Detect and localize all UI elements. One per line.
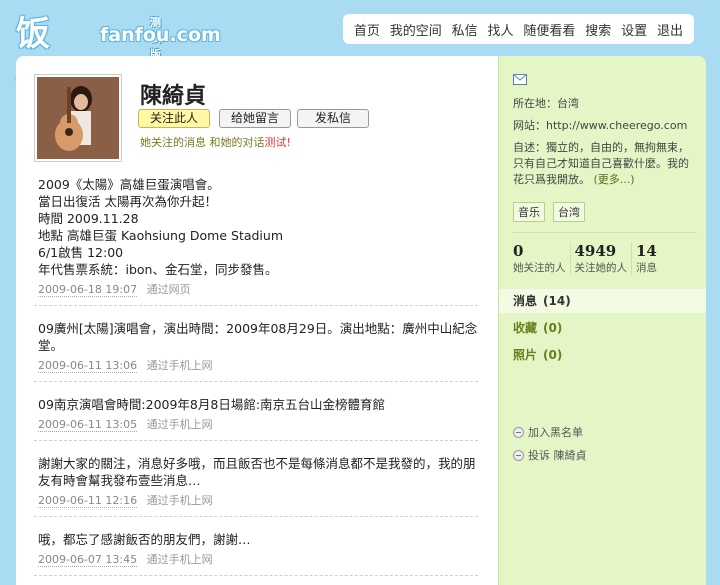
send-dm-button[interactable]: 发私信 — [297, 109, 369, 128]
status-item: 謝謝大家的關注，消息好多哦，而且飯否也不是每條消息都不是我發的，我的朋友有時會幫… — [34, 455, 478, 517]
status-list: 2009《太陽》高雄巨蛋演唱會。 當日出復活 太陽再次為你升起！ 時間 2009… — [34, 176, 478, 585]
profile-links: 她关注的消息 和她的对话测试! — [140, 134, 291, 150]
stat-followers[interactable]: 4949 关注她的人 — [571, 242, 632, 275]
website-link[interactable]: http://www.cheerego.com — [546, 119, 687, 132]
nav-my-space[interactable]: 我的空间 — [390, 20, 442, 39]
report-user-label: 投诉 陳綺貞 — [528, 449, 587, 462]
leave-message-button[interactable]: 给她留言 — [219, 109, 291, 128]
status-item: 09南京演唱會時間:2009年8月8日場館:南京五台山金榜體育館 2009-06… — [34, 396, 478, 441]
menu-favorites-label: 收藏 — [513, 321, 538, 335]
status-source: 通过手机上网 — [146, 359, 213, 372]
status-text: 哦，都忘了感謝飯否的朋友們，謝謝… — [38, 532, 251, 547]
stat-messages-label: 消息 — [636, 262, 657, 274]
menu-photos[interactable]: 照片 (0) — [499, 343, 706, 367]
conversation-link-test: 测试! — [264, 136, 291, 149]
status-source: 通过手机上网 — [146, 494, 213, 507]
minus-circle-icon — [513, 426, 524, 438]
stat-followers-label: 关注她的人 — [574, 262, 628, 274]
menu-messages-count: (14) — [543, 294, 571, 308]
avatar[interactable] — [34, 74, 122, 162]
status-meta: 2009-06-11 12:16 通过手机上网 — [38, 492, 478, 508]
report-user-link[interactable]: 投诉 陳綺貞 — [513, 447, 587, 463]
menu-photos-count: (0) — [543, 348, 563, 362]
status-meta: 2009-06-18 19:07 通过网页 — [38, 281, 478, 297]
status-source: 通过手机上网 — [146, 418, 213, 431]
tag-music[interactable]: 音乐 — [513, 202, 545, 222]
conversation-link-text: 和她的对话 — [209, 136, 265, 149]
status-item: 哦，都忘了感謝飯否的朋友們，謝謝… 2009-06-07 13:45 通过手机上… — [34, 531, 478, 576]
main-container: 陳綺貞 关注此人 给她留言 发私信 她关注的消息 和她的对话测试! 2009《太… — [16, 56, 706, 585]
status-source: 通过手机上网 — [146, 553, 213, 566]
logo-en: fanfou.com — [100, 24, 221, 46]
location-row: 所在地：台湾 — [513, 96, 697, 112]
status-text: 09南京演唱會時間:2009年8月8日場館:南京五台山金榜體育館 — [38, 397, 386, 412]
website-row: 网站：http://www.cheerego.com — [513, 118, 697, 134]
sidebar: 所在地：台湾 网站：http://www.cheerego.com 自述：獨立的… — [498, 56, 706, 585]
minus-circle-icon — [513, 449, 524, 461]
avatar-photo — [37, 77, 119, 159]
stat-following-label: 她关注的人 — [513, 262, 566, 274]
status-meta: 2009-06-11 13:05 通过手机上网 — [38, 416, 478, 432]
nav-browse[interactable]: 随便看看 — [523, 20, 575, 39]
status-meta: 2009-06-07 13:45 通过手机上网 — [38, 551, 478, 567]
top-nav: 首页 我的空间 私信 找人 随便看看 搜索 设置 退出 — [343, 14, 694, 44]
nav-search[interactable]: 搜索 — [585, 20, 611, 39]
status-item: 09廣州[太陽]演唱會，演出時間：2009年08月29日。演出地點：廣州中山紀念… — [34, 320, 478, 382]
menu-messages[interactable]: 消息 (14) — [499, 289, 706, 313]
tag-list: 音乐 台湾 — [513, 202, 585, 222]
tag-taiwan[interactable]: 台湾 — [553, 202, 585, 222]
location-value: 台湾 — [557, 97, 579, 110]
nav-private-messages[interactable]: 私信 — [452, 20, 478, 39]
her-following-messages-link[interactable]: 她关注的消息 — [140, 136, 206, 149]
status-time-link[interactable]: 2009-06-11 13:06 — [38, 359, 138, 373]
website-label: 网站： — [513, 119, 546, 132]
bio-row: 自述：獨立的，自由的，無拘無束，只有自己才知道自己喜歡什麼。我的花只爲我開放。 … — [513, 140, 697, 188]
nav-home[interactable]: 首页 — [354, 20, 380, 39]
block-user-label: 加入黑名单 — [528, 426, 583, 439]
menu-photos-label: 照片 — [513, 348, 538, 362]
status-meta: 2009-06-11 13:06 通过手机上网 — [38, 357, 478, 373]
status-time-link[interactable]: 2009-06-18 19:07 — [38, 283, 138, 297]
menu-favorites[interactable]: 收藏 (0) — [499, 316, 706, 340]
stat-messages-num: 14 — [636, 242, 657, 260]
nav-logout[interactable]: 退出 — [657, 20, 683, 39]
status-text: 2009《太陽》高雄巨蛋演唱會。 當日出復活 太陽再次為你升起！ 時間 2009… — [38, 177, 284, 277]
nav-find-people[interactable]: 找人 — [488, 20, 514, 39]
status-text: 謝謝大家的關注，消息好多哦，而且飯否也不是每條消息都不是我發的，我的朋友有時會幫… — [38, 456, 476, 488]
bio-more-link[interactable]: (更多...) — [594, 173, 635, 186]
mail-icon[interactable] — [513, 74, 527, 85]
bio-label: 自述： — [513, 141, 546, 154]
divider — [513, 232, 697, 233]
stat-followers-num: 4949 — [574, 242, 617, 260]
block-user-link[interactable]: 加入黑名单 — [513, 424, 583, 440]
stat-following-num: 0 — [513, 242, 524, 260]
follow-button[interactable]: 关注此人 — [138, 109, 210, 128]
profile-info: 所在地：台湾 网站：http://www.cheerego.com 自述：獨立的… — [513, 96, 697, 194]
stats: 0 她关注的人 4949 关注她的人 14 消息 — [509, 242, 661, 275]
status-time-link[interactable]: 2009-06-07 13:45 — [38, 553, 138, 567]
location-label: 所在地： — [513, 97, 557, 110]
conversation-link[interactable]: 和她的对话测试! — [210, 136, 291, 149]
status-text: 09廣州[太陽]演唱會，演出時間：2009年08月29日。演出地點：廣州中山紀念… — [38, 321, 478, 353]
stat-messages[interactable]: 14 消息 — [632, 242, 661, 275]
nav-settings[interactable]: 设置 — [621, 20, 647, 39]
status-source: 通过网页 — [146, 283, 191, 296]
stat-following[interactable]: 0 她关注的人 — [509, 242, 571, 275]
status-time-link[interactable]: 2009-06-11 13:05 — [38, 418, 138, 432]
menu-messages-label: 消息 — [513, 294, 538, 308]
status-time-link[interactable]: 2009-06-11 12:16 — [38, 494, 138, 508]
menu-favorites-count: (0) — [543, 321, 563, 335]
status-item: 2009《太陽》高雄巨蛋演唱會。 當日出復活 太陽再次為你升起！ 時間 2009… — [34, 176, 478, 306]
profile-name: 陳綺貞 — [140, 83, 207, 109]
